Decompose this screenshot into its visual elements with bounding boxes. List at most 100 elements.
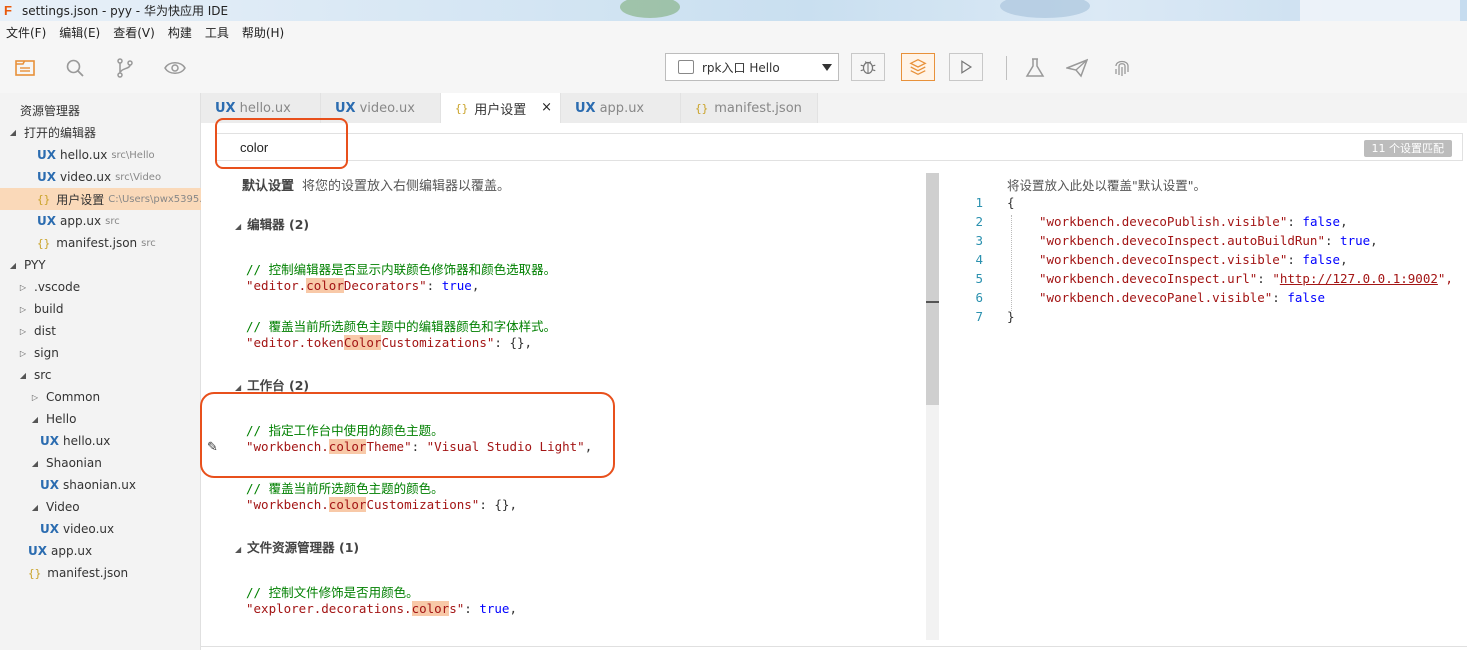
preview-eye-icon[interactable] [162,55,188,81]
divider [201,646,1467,647]
section-title: 文件资源管理器 (1) [247,540,360,555]
open-editor-item[interactable]: UX hello.ux src\Hello [0,144,201,166]
open-editor-item[interactable]: UX video.ux src\Video [0,166,201,188]
user-setting-line[interactable]: "workbench.devecoInspect.visible": false… [1039,252,1348,267]
setting-line[interactable]: "editor.tokenColorCustomizations": {}, [246,335,532,350]
json-open-brace[interactable]: { [1007,195,1015,210]
settings-search-box: 11 个设置匹配 [215,133,1463,161]
vertical-scrollbar[interactable] [926,173,939,640]
folder-label: src [34,368,52,382]
line-number: 7 [975,309,983,324]
tab-label: app.ux [599,100,645,116]
debug-button[interactable] [851,53,885,81]
json-file-icon: {} [37,236,51,250]
tree-file[interactable]: UX app.ux [0,540,201,562]
menu-edit[interactable]: 编辑(E) [59,24,100,41]
search-icon[interactable] [62,55,88,81]
line-number: 2 [975,214,983,229]
file-path: src [105,215,120,227]
caret-down-icon: ◢ [235,545,242,554]
file-label: manifest.json [47,566,129,580]
tree-file[interactable]: UX video.ux [0,518,201,540]
setting-line[interactable]: "workbench.colorCustomizations": {}, [246,497,517,512]
titlebar-decoration [1300,0,1460,21]
tab-user-settings[interactable]: {} 用户设置 × [441,93,561,123]
tree-file[interactable]: UX hello.ux [0,430,201,452]
folder-label: build [34,302,64,316]
tree-folder[interactable]: ▷ Common [0,386,201,408]
project-section[interactable]: ◢ PYY [0,254,201,276]
tab-label: hello.ux [239,100,291,116]
section-file-explorer[interactable]: ◢ 文件资源管理器 (1) [235,537,359,556]
settings-search-input[interactable] [240,138,640,156]
tab-app-ux[interactable]: UX app.ux [561,93,681,123]
tree-folder[interactable]: ▷ build [0,298,201,320]
open-editor-item[interactable]: {} manifest.json src [0,232,201,254]
section-label: 打开的编辑器 [24,125,97,140]
open-editor-item[interactable]: UX app.ux src [0,210,201,232]
tree-file[interactable]: {} manifest.json [0,562,201,584]
folder-label: Hello [46,412,77,426]
toolbar: rpk入口 Hello [0,43,1467,93]
flask-icon[interactable] [1022,55,1048,81]
app-logo-icon: F [4,2,12,18]
menu-help[interactable]: 帮助(H) [242,24,284,41]
setting-comment: // 控制编辑器是否显示内联颜色修饰器和颜色选取器。 [246,262,557,277]
tree-folder[interactable]: ▷ .vscode [0,276,201,298]
edit-pencil-icon[interactable]: ✎ [207,440,218,455]
setting-line[interactable]: "explorer.decorations.colors": true, [246,601,517,616]
tab-hello-ux[interactable]: UX hello.ux [201,93,321,123]
setting-line[interactable]: "editor.colorDecorators": true, [246,278,479,293]
user-settings-hint: 将设置放入此处以覆盖"默认设置"。 [1007,178,1206,193]
section-label: PYY [24,258,46,272]
setting-line-color-theme[interactable]: "workbench.colorTheme": "Visual Studio L… [246,439,592,454]
close-icon[interactable]: × [541,100,552,115]
tree-folder[interactable]: ◢ Hello [0,408,201,430]
open-editor-item-selected[interactable]: {} 用户设置 C:\Users\pwx5395... [0,188,201,210]
page-icon [678,60,694,74]
scrollbar-thumb[interactable] [926,173,939,405]
fingerprint-icon[interactable] [1109,55,1135,81]
user-setting-line[interactable]: "workbench.devecoPublish.visible": false… [1039,214,1348,229]
tree-folder[interactable]: ▷ dist [0,320,201,342]
run-config-select[interactable]: rpk入口 Hello [665,53,839,81]
line-number: 3 [975,233,983,248]
tree-folder[interactable]: ◢ Shaonian [0,452,201,474]
ux-file-icon: UX [575,100,596,116]
tree-file[interactable]: UX shaonian.ux [0,474,201,496]
caret-down-icon: ◢ [19,370,27,380]
user-settings-pane: 将设置放入此处以覆盖"默认设置"。 1 2 3 4 5 6 7 { "workb… [939,173,1467,650]
caret-right-icon: ▷ [19,348,27,358]
ux-file-icon: UX [28,544,47,558]
source-control-icon[interactable] [112,55,138,81]
json-close-brace[interactable]: } [1007,309,1015,324]
tree-folder[interactable]: ▷ sign [0,342,201,364]
user-setting-line[interactable]: "workbench.devecoInspect.autoBuildRun": … [1039,233,1378,248]
run-button[interactable] [949,53,983,81]
tree-folder[interactable]: ◢ src [0,364,201,386]
menu-view[interactable]: 查看(V) [113,24,155,41]
user-setting-line[interactable]: "workbench.devecoInspect.url": "http://1… [1039,271,1453,286]
setting-comment: // 指定工作台中使用的颜色主题。 [246,423,444,438]
menu-build[interactable]: 构建 [168,24,192,41]
menu-tools[interactable]: 工具 [205,24,229,41]
section-workbench[interactable]: ◢ 工作台 (2) [235,375,309,394]
user-setting-line[interactable]: "workbench.devecoPanel.visible": false [1039,290,1325,305]
file-label: app.ux [51,544,93,558]
url-link[interactable]: http://127.0.0.1:9002 [1280,271,1438,286]
tab-video-ux[interactable]: UX video.ux [321,93,441,123]
send-icon[interactable] [1064,55,1090,81]
explorer-sidebar: 资源管理器 ◢ 打开的编辑器 UX hello.ux src\Hello UX vide… [0,93,201,650]
open-editors-section[interactable]: ◢ 打开的编辑器 [0,121,201,143]
tab-manifest-json[interactable]: {} manifest.json [681,93,818,123]
layers-button[interactable] [901,53,935,81]
explorer-icon[interactable] [12,55,38,81]
caret-right-icon: ▷ [19,326,27,336]
line-number: 6 [975,290,983,305]
menu-file[interactable]: 文件(F) [6,24,46,41]
folder-label: .vscode [34,280,81,294]
file-path: src\Video [115,171,162,183]
section-editor[interactable]: ◢ 编辑器 (2) [235,214,309,233]
tree-folder[interactable]: ◢ Video [0,496,201,518]
caret-down-icon: ◢ [235,383,242,392]
